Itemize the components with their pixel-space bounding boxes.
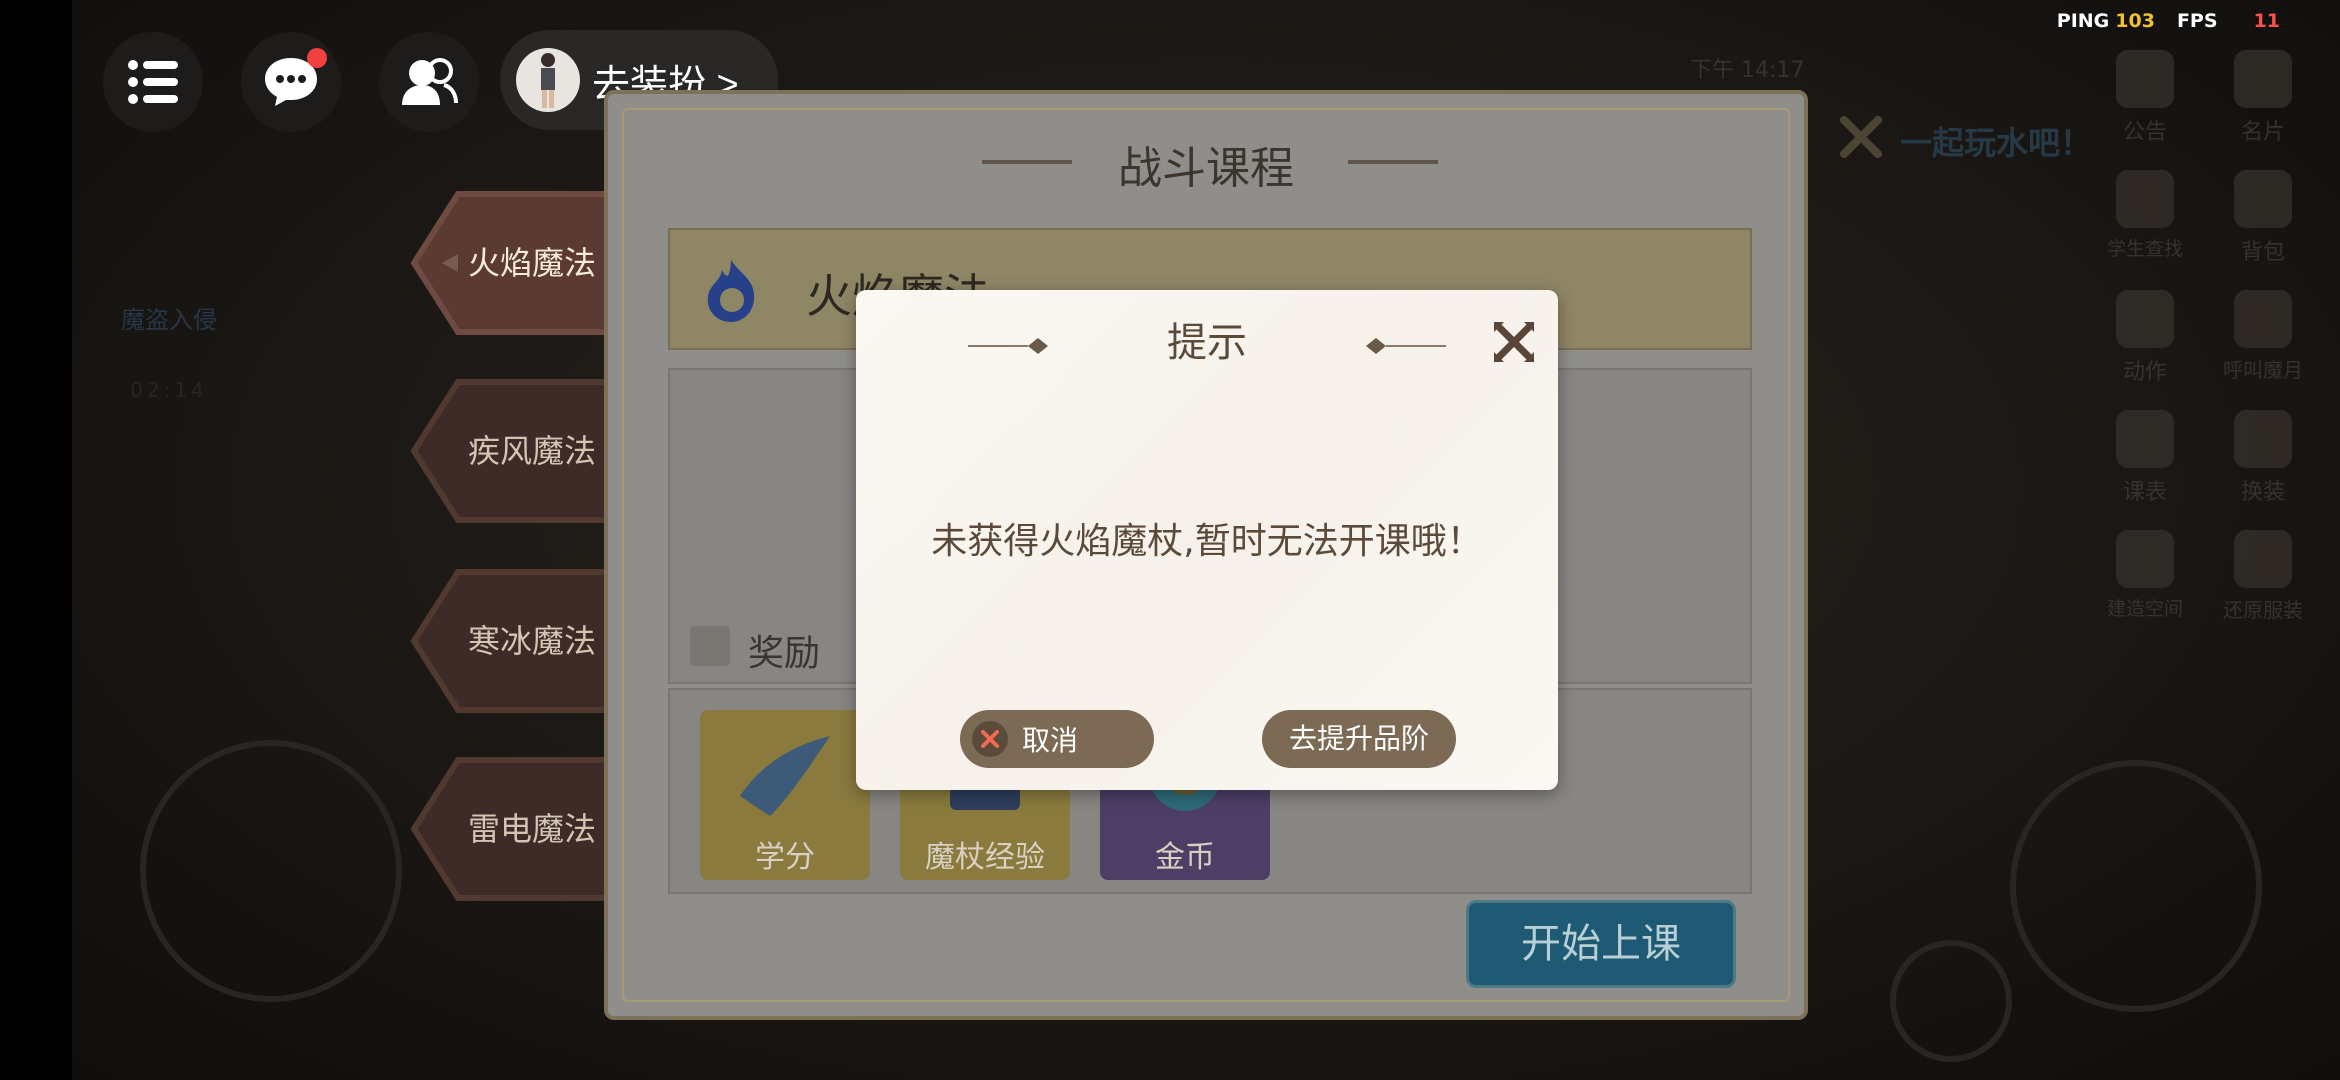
- fps-label: FPS: [2176, 10, 2218, 32]
- menu-button[interactable]: [103, 32, 203, 132]
- reward-label: 学分: [755, 840, 815, 875]
- credit-icon: [740, 736, 830, 816]
- tab-label: 雷电魔法: [468, 810, 597, 848]
- tab-label: 火焰魔法: [468, 244, 597, 282]
- ping-label: PING: [2056, 10, 2110, 32]
- notification-dot: [307, 48, 327, 68]
- tab-ice-magic[interactable]: 寒冰魔法: [408, 566, 618, 716]
- dialog-title: 提示: [1167, 320, 1247, 366]
- tab-wind-magic[interactable]: 疾风魔法: [408, 376, 618, 526]
- character-avatar-icon: [541, 53, 555, 108]
- reward-item-credits[interactable]: 学分: [700, 710, 870, 880]
- network-status: PING 103 FPS 11: [2057, 10, 2280, 32]
- cancel-icon: [972, 721, 1008, 757]
- tab-fire-magic[interactable]: 火焰魔法: [408, 188, 618, 338]
- upgrade-rank-button[interactable]: 去提升品阶: [1262, 710, 1456, 768]
- start-class-button[interactable]: 开始上课: [1466, 900, 1736, 988]
- dialog-message: 未获得火焰魔杖,暂时无法开课哦！: [931, 521, 1483, 562]
- title-ornament-right: [1366, 338, 1446, 354]
- tab-label: 寒冰魔法: [468, 622, 597, 660]
- friends-button[interactable]: [379, 32, 479, 132]
- close-icon: [1494, 322, 1534, 362]
- ping-value: 103: [2115, 10, 2155, 32]
- reward-label: 魔杖经验: [925, 840, 1045, 875]
- cancel-label: 取消: [1022, 724, 1079, 757]
- avatar: [516, 48, 580, 112]
- reward-icon: [690, 626, 730, 666]
- tab-thunder-magic[interactable]: 雷电魔法: [408, 754, 618, 904]
- tab-label: 疾风魔法: [468, 432, 597, 470]
- reward-label: 奖励: [748, 633, 821, 674]
- fps-value: 11: [2253, 10, 2280, 32]
- dialog-close-button[interactable]: [1492, 320, 1536, 364]
- cancel-button[interactable]: 取消: [960, 710, 1154, 768]
- fire-icon: [707, 260, 755, 322]
- list-icon: [128, 60, 178, 104]
- reward-label: 金币: [1155, 840, 1215, 875]
- hint-dialog: 提示 未获得火焰魔杖,暂时无法开课哦！ 取消 去提升品阶: [856, 290, 1558, 790]
- friends-icon: [402, 58, 458, 105]
- panel-title: 战斗课程: [1118, 143, 1294, 194]
- chat-button[interactable]: [241, 32, 341, 132]
